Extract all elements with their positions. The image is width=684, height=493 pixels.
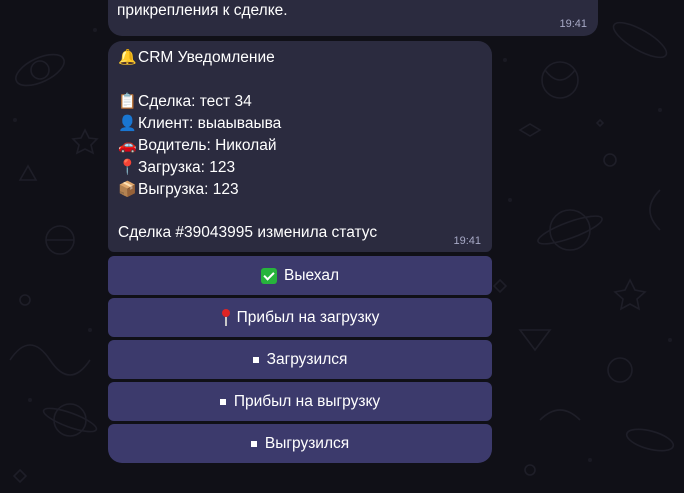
unloaded-button[interactable]: Выгрузился xyxy=(108,424,492,463)
arrived-loading-label: Прибыл на загрузку xyxy=(236,308,380,326)
arrived-loading-button[interactable]: Прибыл на загрузку xyxy=(108,298,492,337)
pin-icon xyxy=(221,308,231,327)
bell-icon: 🔔 xyxy=(118,48,137,66)
square-icon xyxy=(219,398,226,405)
crm-notification-bubble: 🔔CRM Уведомление 📋Сделка: тест 34 👤Клиен… xyxy=(108,41,492,252)
loading-row: 📍Загрузка: 123 xyxy=(118,156,235,179)
deal-row: 📋Сделка: тест 34 xyxy=(118,90,252,113)
car-icon: 🚗 xyxy=(118,136,137,154)
departed-button[interactable]: Выехал xyxy=(108,256,492,295)
client-row: 👤Клиент: выаываыва xyxy=(118,112,281,135)
loaded-label: Загрузился xyxy=(266,350,348,368)
driver-row: 🚗Водитель: Николай xyxy=(118,134,277,157)
loaded-button[interactable]: Загрузился xyxy=(108,340,492,379)
previous-message-line: прикрепления к сделке. xyxy=(117,2,288,19)
clipboard-icon: 📋 xyxy=(118,92,137,110)
departed-label: Выехал xyxy=(284,266,339,284)
notification-time: 19:41 xyxy=(453,235,481,247)
client-text: Клиент: выаываыва xyxy=(138,115,282,132)
package-icon: 📦 xyxy=(118,180,137,198)
status-row: Сделка #39043995 изменила статус xyxy=(118,222,377,244)
unloading-text: Выгрузка: 123 xyxy=(138,181,239,198)
notification-title: CRM Уведомление xyxy=(138,49,275,66)
status-text: Сделка #39043995 изменила статус xyxy=(118,224,378,241)
notification-title-row: 🔔CRM Уведомление xyxy=(118,46,275,69)
deal-text: Сделка: тест 34 xyxy=(138,93,252,110)
loading-text: Загрузка: 123 xyxy=(138,159,236,176)
square-icon xyxy=(250,440,257,447)
chat-area: прикрепления к сделке. 19:41 🔔CRM Уведом… xyxy=(0,0,684,493)
previous-message-bubble: прикрепления к сделке. 19:41 xyxy=(108,0,598,36)
user-icon: 👤 xyxy=(118,114,137,132)
arrived-unloading-button[interactable]: Прибыл на выгрузку xyxy=(108,382,492,421)
pin-icon: 📍 xyxy=(118,158,137,176)
square-icon xyxy=(252,356,259,363)
unloading-row: 📦Выгрузка: 123 xyxy=(118,178,239,201)
arrived-unloading-label: Прибыл на выгрузку xyxy=(233,392,381,410)
driver-text: Водитель: Николай xyxy=(138,137,277,154)
previous-message-text: прикрепления к сделке. xyxy=(117,0,288,22)
check-icon xyxy=(261,267,277,284)
unloaded-label: Выгрузился xyxy=(264,434,350,452)
previous-message-time: 19:41 xyxy=(559,18,587,30)
